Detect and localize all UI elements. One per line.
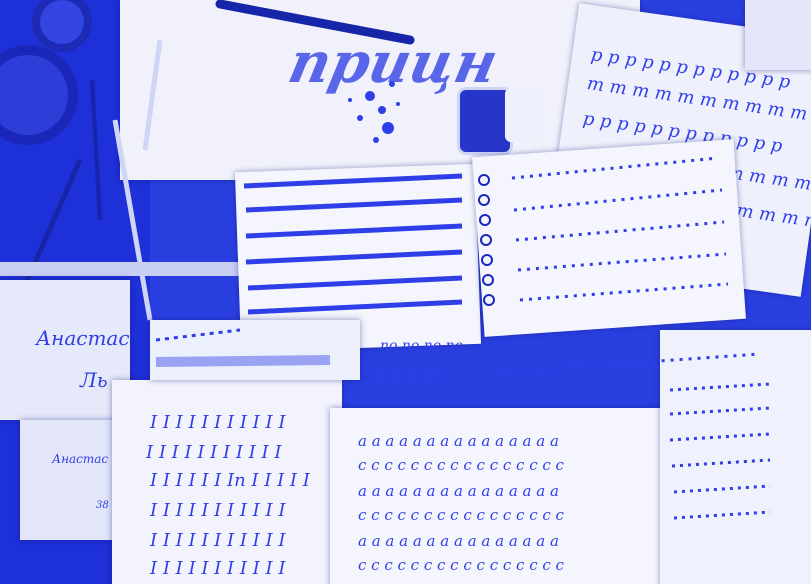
calligraphy-desk-photo: прицн p p p p p p p p p p p p m m m m m … [0,0,811,584]
right-strokes [499,352,771,520]
